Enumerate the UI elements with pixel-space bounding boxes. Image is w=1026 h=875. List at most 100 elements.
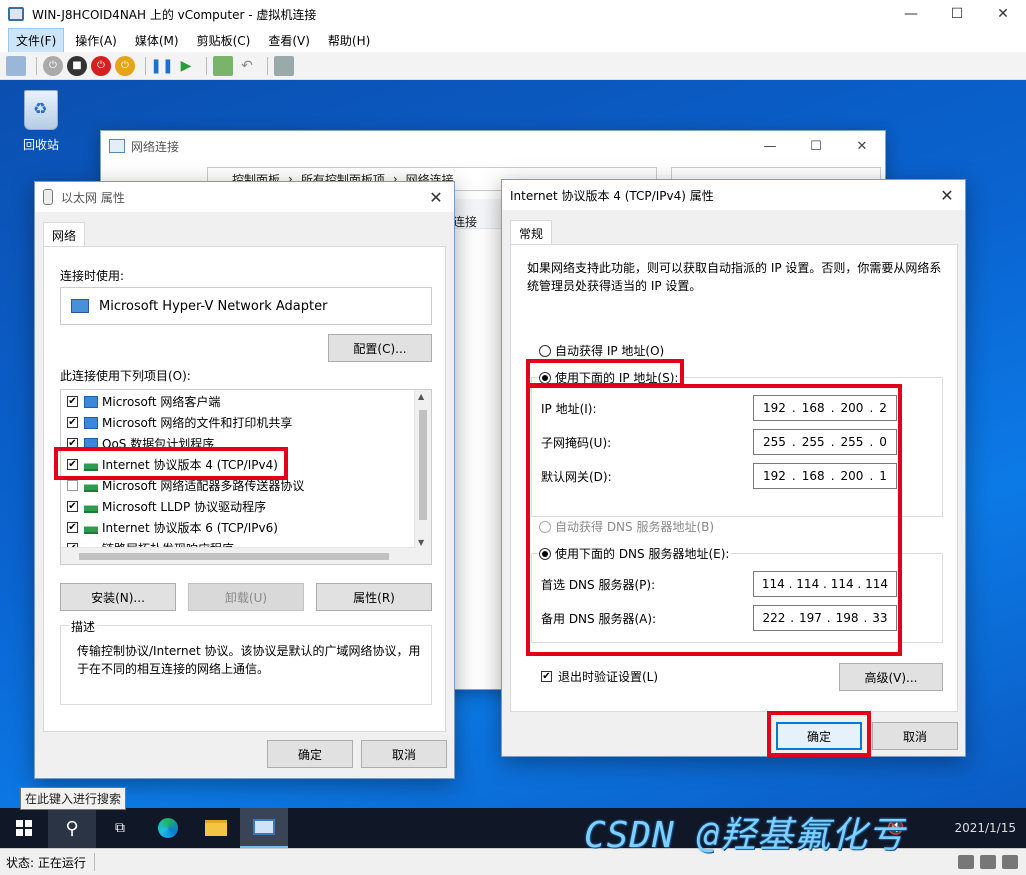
checkbox-icon[interactable] [67,417,78,428]
recycle-bin-shortcut[interactable]: 回收站 [16,90,66,153]
intro-text: 如果网络支持此功能，则可以获取自动指派的 IP 设置。否则，你需要从网络系统管理… [527,261,942,293]
auto-ip-radio[interactable]: 自动获得 IP 地址(O) [539,342,664,359]
network-icon [84,395,98,408]
audio-icon [1002,855,1018,869]
edge-icon [158,818,178,838]
description-legend: 描述 [69,618,98,635]
tab-network[interactable]: 网络 [43,222,86,248]
resume-icon[interactable]: ▶ [176,56,196,76]
menu-media[interactable]: 媒体(M) [128,29,186,52]
network-window-title: 网络连接 [131,139,180,154]
list-item[interactable]: Microsoft 网络客户端 [61,391,431,412]
cancel-button[interactable]: 取消 [872,722,958,750]
list-item-label: Internet 协议版本 6 (TCP/IPv6) [102,521,278,535]
adapter-field: Microsoft Hyper-V Network Adapter [60,287,432,325]
adapter-name: Microsoft Hyper-V Network Adapter [99,298,328,314]
network-adapter-icon [71,299,89,313]
edge-button[interactable] [144,808,192,848]
search-tooltip: 在此键入进行搜索 [20,787,127,810]
cancel-button[interactable]: 取消 [361,740,447,768]
list-item-label: Microsoft 网络客户端 [102,395,221,409]
host-title-bar: WIN-J8HCOID4NAH 上的 vComputer - 虚拟机连接 — ☐… [0,0,1026,28]
folder-icon [205,820,227,836]
description-group: 描述 传输控制协议/Internet 协议。该协议是默认的广域网络协议，用于在不… [60,618,432,705]
start-icon[interactable]: ⏻ [43,55,63,76]
network-connections-taskbar-button[interactable] [240,808,288,848]
file-explorer-button[interactable] [192,808,240,848]
reset-icon[interactable]: ⏻ [115,55,135,76]
usb-icon [980,855,996,869]
vertical-scrollbar[interactable]: ▲ ▼ [414,390,431,564]
highlight-ipv4-item [54,447,288,480]
list-item[interactable]: Microsoft 网络的文件和打印机共享 [61,412,431,433]
maximize-icon[interactable]: ☐ [793,131,839,161]
install-button[interactable]: 安装(N)... [60,583,176,611]
checkbox-icon[interactable] [67,501,78,512]
checkbox-icon[interactable] [67,522,78,533]
revert-icon[interactable]: ↶ [237,56,257,76]
checkbox-icon [541,671,552,682]
menu-view[interactable]: 查看(V) [261,29,317,52]
ok-button[interactable]: 确定 [267,740,353,768]
validate-on-exit-checkbox[interactable]: 退出时验证设置(L) [541,668,658,685]
system-tray: 🔇 2021/1/15 [887,808,1026,848]
search-icon: ⚲ [65,817,79,839]
radio-icon [539,344,551,357]
recycle-bin-icon [24,90,58,130]
close-icon[interactable]: ✕ [980,0,1026,28]
protocol-icon [84,521,98,534]
items-label: 此连接使用下列项目(O): [60,369,191,383]
csdn-watermark: CSDN @羟基氟化亏 [584,815,906,856]
properties-button[interactable]: 属性(R) [316,583,432,611]
host-toolbar: ⏻ ■ ⏻ ⏻ ❚❚ ▶ ↶ [0,52,1026,80]
minimize-icon[interactable]: — [747,131,793,161]
ctrl-alt-del-icon[interactable] [6,55,26,76]
menu-action[interactable]: 操作(A) [68,29,124,52]
validate-on-exit-label: 退出时验证设置(L) [558,670,659,684]
uninstall-button[interactable]: 卸载(U) [188,583,304,611]
protocol-icon [84,500,98,513]
shutdown-icon[interactable]: ⏻ [91,55,111,76]
maximize-icon[interactable]: ☐ [934,0,980,28]
pause-icon[interactable]: ❚❚ [150,56,173,76]
description-text: 传输控制协议/Internet 协议。该协议是默认的广域网络协议，用于在不同的相… [77,644,421,676]
search-button[interactable]: ⚲ [48,808,96,848]
keyboard-icon [958,855,974,869]
network-icon [84,416,98,429]
checkbox-icon[interactable] [67,480,78,491]
horizontal-scrollbar[interactable] [61,547,416,564]
network-tab-panel: 连接时使用: Microsoft Hyper-V Network Adapter… [43,246,446,732]
ethernet-icon [43,189,53,205]
list-item[interactable]: Microsoft LLDP 协议驱动程序 [61,496,431,517]
turn-off-icon[interactable]: ■ [67,55,87,76]
list-item-label: Microsoft 网络的文件和打印机共享 [102,416,293,430]
task-view-button[interactable]: ⧉ [96,808,144,848]
ipv4-dialog-title: Internet 协议版本 4 (TCP/IPv4) 属性 [510,188,714,203]
connect-using-label: 连接时使用: [60,269,125,283]
checkbox-icon[interactable] [67,396,78,407]
menu-clipboard[interactable]: 剪贴板(C) [190,29,258,52]
auto-ip-label: 自动获得 IP 地址(O) [555,344,665,358]
minimize-icon[interactable]: — [888,0,934,28]
host-menu-bar: 文件(F) 操作(A) 媒体(M) 剪贴板(C) 查看(V) 帮助(H) [0,27,1026,53]
enhanced-session-icon[interactable] [274,55,294,76]
vm-connection-icon [8,7,24,21]
close-icon[interactable]: ✕ [418,182,454,212]
recycle-bin-label: 回收站 [22,138,59,152]
advanced-button[interactable]: 高级(V)... [839,663,943,691]
list-item[interactable]: Internet 协议版本 6 (TCP/IPv6) [61,517,431,538]
clock[interactable]: 2021/1/15 [954,821,1016,835]
control-panel-icon [253,819,275,835]
menu-help[interactable]: 帮助(H) [321,29,377,52]
menu-file[interactable]: 文件(F) [8,27,65,53]
task-view-icon: ⧉ [115,820,125,836]
configure-button[interactable]: 配置(C)... [328,334,432,362]
tab-general[interactable]: 常规 [510,220,553,246]
start-button[interactable] [0,808,48,848]
status-text: 状态: 正在运行 [6,855,86,870]
host-window-title: WIN-J8HCOID4NAH 上的 vComputer - 虚拟机连接 [32,7,317,22]
close-icon[interactable]: ✕ [929,180,965,210]
protocol-icon [84,479,98,492]
close-icon[interactable]: ✕ [839,131,885,161]
checkpoint-icon[interactable] [213,55,233,76]
